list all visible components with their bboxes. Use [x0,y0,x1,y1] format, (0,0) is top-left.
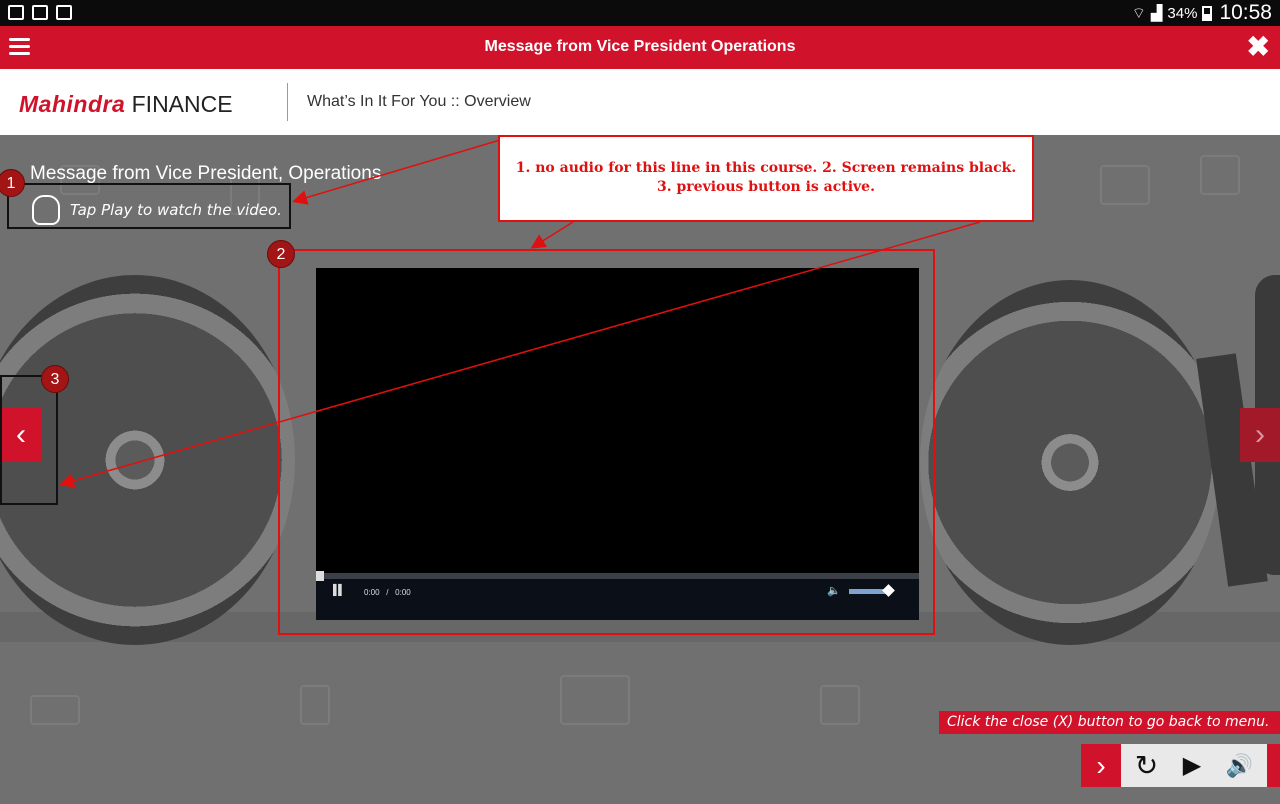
battery-icon [1202,5,1213,21]
annotation-marker-3: 3 [41,365,69,393]
audio-icon[interactable]: 🔊 [1212,744,1267,787]
status-bar: ⌔ ▟ 34% 10:58 [0,0,1280,26]
control-bar-edge [1267,744,1280,787]
bg-calculator-icon [1200,155,1240,195]
annotation-box-2 [278,249,935,635]
gallery-notification-icon [8,5,24,20]
page-title: Message from Vice President, Operations [30,163,382,184]
annotation-callout: 1. no audio for this line in this course… [498,135,1034,222]
course-header: Mahindra FINANCE What’s In It For You ::… [0,69,1280,135]
replay-icon[interactable]: ↻ [1121,744,1172,787]
wifi-icon: ⌔ [1131,4,1146,22]
download-notification-icon [32,5,48,20]
instruction-banner: Click the close (X) button to go back to… [939,711,1280,734]
bg-calculator-icon-2 [820,685,860,725]
battery-level: 34% [1167,4,1198,22]
app-title-bar: Message from Vice President Operations ✖ [0,26,1280,69]
breadcrumb: What’s In It For You :: Overview [307,93,531,110]
header-divider [287,83,288,121]
logo-brand: Mahindra [19,91,126,117]
annotation-marker-2: 2 [267,240,295,268]
logo-finance: FINANCE [131,91,233,117]
close-icon[interactable]: ✖ [1247,31,1270,63]
bg-bank-icon [1100,165,1150,205]
annotation-box-3 [0,375,58,505]
bg-bank-icon-2 [560,675,630,725]
status-icons: ⌔ ▟ 34% 10:58 [1132,0,1272,26]
next-side-button[interactable]: › [1240,408,1280,462]
mahindra-finance-logo: Mahindra FINANCE [19,91,233,118]
clock: 10:58 [1219,1,1272,24]
notification-icons [8,5,72,20]
file-notification-icon [56,5,72,20]
annotation-box-1 [7,183,291,229]
bg-moneybag-icon [300,685,330,725]
play-icon[interactable]: ▶ [1172,744,1212,787]
next-button[interactable]: › [1081,744,1121,787]
module-title: Message from Vice President Operations [484,38,796,55]
signal-icon: ▟ [1150,5,1163,22]
film-reel-right [920,280,1220,645]
bg-laptop-icon-2 [30,695,80,725]
